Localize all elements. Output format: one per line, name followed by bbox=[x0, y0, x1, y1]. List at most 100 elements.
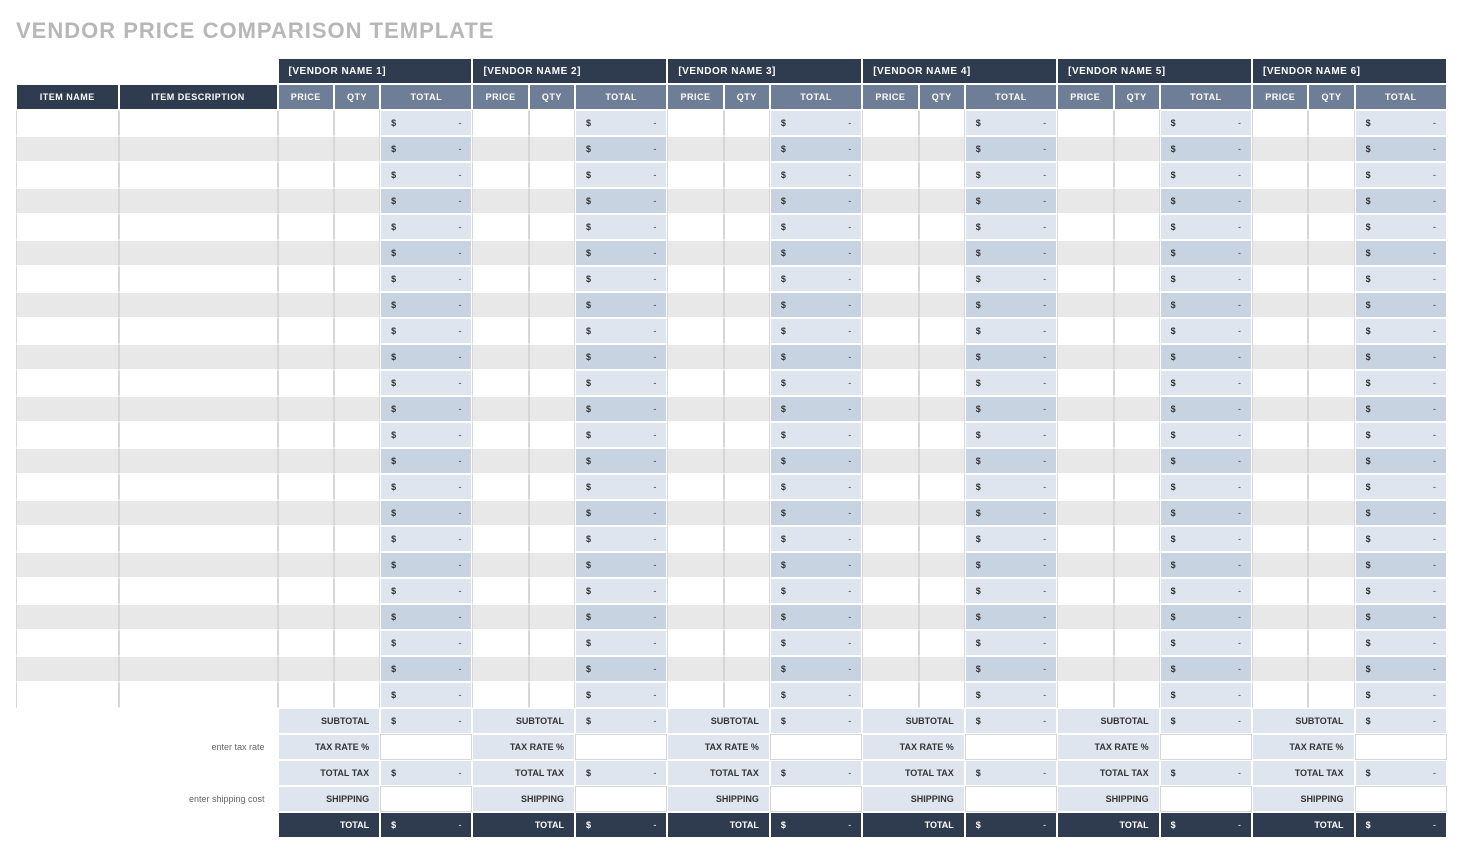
item-name-cell[interactable] bbox=[16, 526, 119, 552]
price-cell[interactable] bbox=[472, 474, 528, 500]
qty-cell[interactable] bbox=[919, 448, 965, 474]
price-cell[interactable] bbox=[1252, 266, 1308, 292]
qty-cell[interactable] bbox=[919, 292, 965, 318]
price-cell[interactable] bbox=[667, 370, 723, 396]
summary-value[interactable] bbox=[1160, 734, 1252, 760]
qty-cell[interactable] bbox=[919, 500, 965, 526]
item-name-cell[interactable] bbox=[16, 266, 119, 292]
price-cell[interactable] bbox=[472, 266, 528, 292]
qty-cell[interactable] bbox=[724, 188, 770, 214]
price-cell[interactable] bbox=[1252, 500, 1308, 526]
price-cell[interactable] bbox=[1057, 448, 1113, 474]
item-description-cell[interactable] bbox=[119, 526, 278, 552]
summary-value[interactable] bbox=[770, 786, 862, 812]
item-name-cell[interactable] bbox=[16, 110, 119, 136]
price-cell[interactable] bbox=[1057, 500, 1113, 526]
qty-cell[interactable] bbox=[919, 682, 965, 708]
qty-cell[interactable] bbox=[529, 578, 575, 604]
price-cell[interactable] bbox=[472, 162, 528, 188]
price-cell[interactable] bbox=[278, 578, 334, 604]
price-cell[interactable] bbox=[667, 604, 723, 630]
qty-cell[interactable] bbox=[334, 110, 380, 136]
qty-cell[interactable] bbox=[919, 214, 965, 240]
price-cell[interactable] bbox=[472, 422, 528, 448]
qty-cell[interactable] bbox=[919, 188, 965, 214]
price-cell[interactable] bbox=[472, 604, 528, 630]
price-cell[interactable] bbox=[862, 266, 918, 292]
price-cell[interactable] bbox=[862, 578, 918, 604]
qty-cell[interactable] bbox=[529, 370, 575, 396]
price-cell[interactable] bbox=[278, 682, 334, 708]
price-cell[interactable] bbox=[862, 370, 918, 396]
price-cell[interactable] bbox=[1057, 214, 1113, 240]
price-cell[interactable] bbox=[472, 344, 528, 370]
price-cell[interactable] bbox=[472, 682, 528, 708]
item-description-cell[interactable] bbox=[119, 604, 278, 630]
qty-cell[interactable] bbox=[334, 214, 380, 240]
price-cell[interactable] bbox=[1057, 682, 1113, 708]
summary-value[interactable] bbox=[575, 786, 667, 812]
qty-cell[interactable] bbox=[334, 474, 380, 500]
price-cell[interactable] bbox=[667, 656, 723, 682]
qty-cell[interactable] bbox=[334, 630, 380, 656]
price-cell[interactable] bbox=[667, 162, 723, 188]
price-cell[interactable] bbox=[862, 110, 918, 136]
qty-cell[interactable] bbox=[724, 318, 770, 344]
price-cell[interactable] bbox=[1252, 630, 1308, 656]
price-cell[interactable] bbox=[1252, 370, 1308, 396]
qty-cell[interactable] bbox=[724, 604, 770, 630]
qty-cell[interactable] bbox=[1114, 552, 1160, 578]
price-cell[interactable] bbox=[1252, 578, 1308, 604]
price-cell[interactable] bbox=[1252, 448, 1308, 474]
price-cell[interactable] bbox=[472, 136, 528, 162]
qty-cell[interactable] bbox=[334, 136, 380, 162]
price-cell[interactable] bbox=[862, 526, 918, 552]
item-description-cell[interactable] bbox=[119, 500, 278, 526]
qty-cell[interactable] bbox=[919, 396, 965, 422]
price-cell[interactable] bbox=[278, 214, 334, 240]
price-cell[interactable] bbox=[278, 240, 334, 266]
qty-cell[interactable] bbox=[334, 604, 380, 630]
price-cell[interactable] bbox=[472, 630, 528, 656]
price-cell[interactable] bbox=[862, 500, 918, 526]
qty-cell[interactable] bbox=[724, 266, 770, 292]
qty-cell[interactable] bbox=[1114, 578, 1160, 604]
price-cell[interactable] bbox=[862, 396, 918, 422]
qty-cell[interactable] bbox=[529, 292, 575, 318]
price-cell[interactable] bbox=[472, 500, 528, 526]
qty-cell[interactable] bbox=[334, 422, 380, 448]
price-cell[interactable] bbox=[667, 526, 723, 552]
price-cell[interactable] bbox=[278, 422, 334, 448]
qty-cell[interactable] bbox=[334, 396, 380, 422]
price-cell[interactable] bbox=[862, 682, 918, 708]
qty-cell[interactable] bbox=[1308, 604, 1354, 630]
qty-cell[interactable] bbox=[919, 162, 965, 188]
item-description-cell[interactable] bbox=[119, 656, 278, 682]
item-description-cell[interactable] bbox=[119, 318, 278, 344]
item-name-cell[interactable] bbox=[16, 422, 119, 448]
qty-cell[interactable] bbox=[1114, 604, 1160, 630]
qty-cell[interactable] bbox=[529, 266, 575, 292]
price-cell[interactable] bbox=[1057, 396, 1113, 422]
price-cell[interactable] bbox=[667, 630, 723, 656]
summary-value[interactable] bbox=[1160, 786, 1252, 812]
qty-cell[interactable] bbox=[1308, 552, 1354, 578]
qty-cell[interactable] bbox=[1114, 162, 1160, 188]
qty-cell[interactable] bbox=[919, 422, 965, 448]
qty-cell[interactable] bbox=[1308, 630, 1354, 656]
item-name-cell[interactable] bbox=[16, 370, 119, 396]
qty-cell[interactable] bbox=[1308, 214, 1354, 240]
price-cell[interactable] bbox=[1252, 162, 1308, 188]
price-cell[interactable] bbox=[1252, 682, 1308, 708]
price-cell[interactable] bbox=[1252, 318, 1308, 344]
qty-cell[interactable] bbox=[334, 292, 380, 318]
qty-cell[interactable] bbox=[334, 682, 380, 708]
qty-cell[interactable] bbox=[334, 448, 380, 474]
qty-cell[interactable] bbox=[1114, 682, 1160, 708]
qty-cell[interactable] bbox=[529, 214, 575, 240]
price-cell[interactable] bbox=[667, 292, 723, 318]
qty-cell[interactable] bbox=[1114, 656, 1160, 682]
qty-cell[interactable] bbox=[1308, 188, 1354, 214]
qty-cell[interactable] bbox=[724, 240, 770, 266]
price-cell[interactable] bbox=[472, 110, 528, 136]
